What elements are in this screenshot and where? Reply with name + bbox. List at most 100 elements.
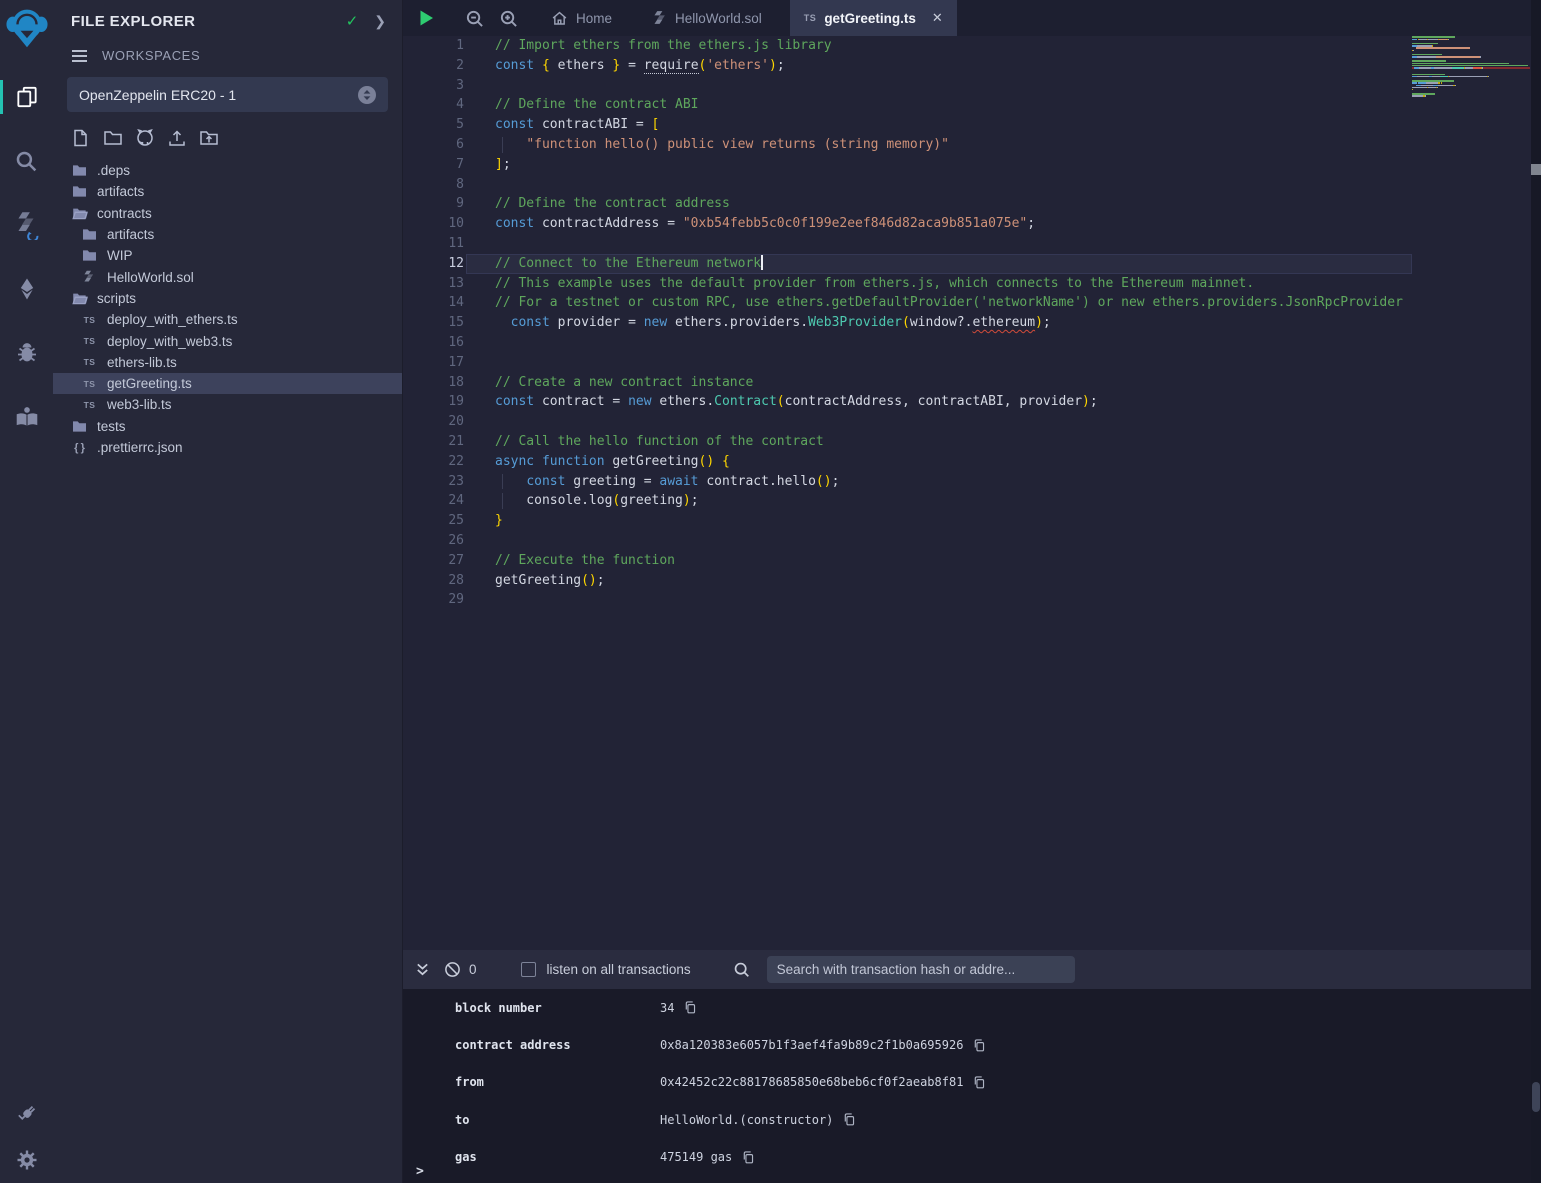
workspace-select-arrows-icon[interactable] xyxy=(358,86,376,104)
code-line-26[interactable]: 26 xyxy=(403,531,1412,551)
tree-item--prettierrc-json[interactable]: { }.prettierrc.json xyxy=(53,437,402,458)
tab-getgreeting-ts[interactable]: TS getGreeting.ts ✕ xyxy=(790,0,957,36)
code-line-20[interactable]: 20 xyxy=(403,412,1412,432)
new-file-icon[interactable] xyxy=(71,128,91,148)
terminal-row-contract-address: contract address0x8a120383e6057b1f3aef4f… xyxy=(403,1026,1541,1063)
tree-item-helloworld-sol[interactable]: HelloWorld.sol xyxy=(53,266,402,287)
overview-ruler-marker[interactable] xyxy=(1531,164,1541,175)
code-line-23[interactable]: 23 const greeting = await contract.hello… xyxy=(403,472,1412,492)
tree-item-contracts[interactable]: contracts xyxy=(53,203,402,224)
tab-helloworld-sol[interactable]: HelloWorld.sol xyxy=(640,0,776,36)
tree-item-label: artifacts xyxy=(97,184,144,199)
tree-item-wip[interactable]: WIP xyxy=(53,245,402,266)
code-line-7[interactable]: 7]; xyxy=(403,155,1412,175)
tree-item--deps[interactable]: .deps xyxy=(53,160,402,181)
code-line-19[interactable]: 19const contract = new ethers.Contract(c… xyxy=(403,392,1412,412)
chevron-right-icon[interactable]: ❯ xyxy=(374,13,386,30)
code-line-27[interactable]: 27// Execute the function xyxy=(403,551,1412,571)
tree-item-web3-lib-ts[interactable]: TSweb3-lib.ts xyxy=(53,394,402,415)
settings-gear-icon[interactable] xyxy=(0,1137,53,1183)
copy-icon[interactable] xyxy=(972,1038,986,1053)
close-tab-icon[interactable]: ✕ xyxy=(932,10,943,26)
code-line-9[interactable]: 9// Define the contract address xyxy=(403,194,1412,214)
search-icon[interactable] xyxy=(0,138,53,184)
expand-terminal-icon[interactable] xyxy=(407,962,437,977)
code-line-11[interactable]: 11 xyxy=(403,234,1412,254)
code-line-3[interactable]: 3 xyxy=(403,76,1412,96)
learneth-book-icon[interactable] xyxy=(0,394,53,440)
workspace-select[interactable]: OpenZeppelin ERC20 - 1 xyxy=(67,77,388,112)
line-number: 27 xyxy=(403,551,466,571)
solidity-compiler-icon[interactable] xyxy=(0,202,53,248)
debugger-icon[interactable] xyxy=(0,330,53,376)
line-content: getGreeting(); xyxy=(466,571,1412,591)
line-number: 24 xyxy=(403,491,466,511)
copy-icon[interactable] xyxy=(683,1000,697,1015)
minimap-line xyxy=(1412,97,1530,99)
code-line-13[interactable]: 13// This example uses the default provi… xyxy=(403,274,1412,294)
home-icon xyxy=(551,10,568,27)
tree-item-scripts[interactable]: scripts xyxy=(53,288,402,309)
ts-file-icon: TS xyxy=(804,13,817,23)
file-explorer-icon[interactable] xyxy=(0,74,53,120)
solidity-icon xyxy=(654,10,667,27)
listen-transactions-checkbox[interactable] xyxy=(521,962,536,977)
tree-item-ethers-lib-ts[interactable]: TSethers-lib.ts xyxy=(53,352,402,373)
terminal-prompt[interactable]: > xyxy=(416,1164,424,1179)
code-line-15[interactable]: 15 const provider = new ethers.providers… xyxy=(403,313,1412,333)
tree-item-artifacts[interactable]: artifacts xyxy=(53,181,402,202)
tree-item-label: scripts xyxy=(97,291,136,306)
tree-item-deploy-with-web3-ts[interactable]: TSdeploy_with_web3.ts xyxy=(53,330,402,351)
tree-item-deploy-with-ethers-ts[interactable]: TSdeploy_with_ethers.ts xyxy=(53,309,402,330)
line-content: const contractAddress = "0xb54febb5c0c0f… xyxy=(466,214,1412,234)
run-script-button[interactable] xyxy=(409,0,443,36)
github-icon[interactable] xyxy=(135,128,155,148)
minimap[interactable] xyxy=(1412,36,1530,256)
tree-item-getgreeting-ts[interactable]: TSgetGreeting.ts xyxy=(53,373,402,394)
terminal-search-input[interactable] xyxy=(767,956,1075,983)
code-line-18[interactable]: 18// Create a new contract instance xyxy=(403,373,1412,393)
upload-file-icon[interactable] xyxy=(167,128,187,148)
code-line-6[interactable]: 6 "function hello() public view returns … xyxy=(403,135,1412,155)
zoom-in-icon[interactable] xyxy=(491,0,525,36)
line-content xyxy=(466,234,1412,254)
code-line-5[interactable]: 5const contractABI = [ xyxy=(403,115,1412,135)
line-content: // Execute the function xyxy=(466,551,1412,571)
folder-icon xyxy=(71,163,88,179)
copy-icon[interactable] xyxy=(972,1075,986,1090)
hamburger-menu-icon[interactable] xyxy=(71,49,88,63)
code-line-16[interactable]: 16 xyxy=(403,333,1412,353)
scrollbar-track[interactable] xyxy=(1531,0,1541,1183)
tree-item-artifacts[interactable]: artifacts xyxy=(53,224,402,245)
zoom-out-icon[interactable] xyxy=(457,0,491,36)
workspaces-label: WORKSPACES xyxy=(102,48,200,63)
tab-home[interactable]: Home xyxy=(537,0,626,36)
code-line-25[interactable]: 25} xyxy=(403,511,1412,531)
tree-item-tests[interactable]: tests xyxy=(53,416,402,437)
code-line-10[interactable]: 10const contractAddress = "0xb54febb5c0c… xyxy=(403,214,1412,234)
deploy-and-run-icon[interactable] xyxy=(0,266,53,312)
tab-strip: Home HelloWorld.sol TS getGreeting.ts ✕ xyxy=(403,0,1541,36)
new-folder-icon[interactable] xyxy=(103,128,123,148)
plugin-manager-icon[interactable] xyxy=(0,1091,53,1137)
remix-logo-icon[interactable] xyxy=(0,0,53,56)
scrollbar-thumb[interactable] xyxy=(1532,1082,1540,1112)
code-line-21[interactable]: 21// Call the hello function of the cont… xyxy=(403,432,1412,452)
code-line-22[interactable]: 22async function getGreeting() { xyxy=(403,452,1412,472)
clear-console-icon[interactable] xyxy=(437,961,467,978)
upload-folder-icon[interactable] xyxy=(199,128,219,148)
code-line-2[interactable]: 2const { ethers } = require('ethers'); xyxy=(403,56,1412,76)
code-line-28[interactable]: 28getGreeting(); xyxy=(403,571,1412,591)
code-line-12[interactable]: 12// Connect to the Ethereum network xyxy=(403,254,1412,274)
code-line-24[interactable]: 24 console.log(greeting); xyxy=(403,491,1412,511)
code-line-8[interactable]: 8 xyxy=(403,175,1412,195)
code-line-17[interactable]: 17 xyxy=(403,353,1412,373)
copy-icon[interactable] xyxy=(741,1150,755,1165)
line-number: 20 xyxy=(403,412,466,432)
copy-icon[interactable] xyxy=(842,1112,856,1127)
code-line-1[interactable]: 1// Import ethers from the ethers.js lib… xyxy=(403,36,1412,56)
code-editor[interactable]: 1// Import ethers from the ethers.js lib… xyxy=(403,36,1412,950)
code-line-4[interactable]: 4// Define the contract ABI xyxy=(403,95,1412,115)
code-line-29[interactable]: 29 xyxy=(403,590,1412,610)
code-line-14[interactable]: 14// For a testnet or custom RPC, use et… xyxy=(403,293,1412,313)
